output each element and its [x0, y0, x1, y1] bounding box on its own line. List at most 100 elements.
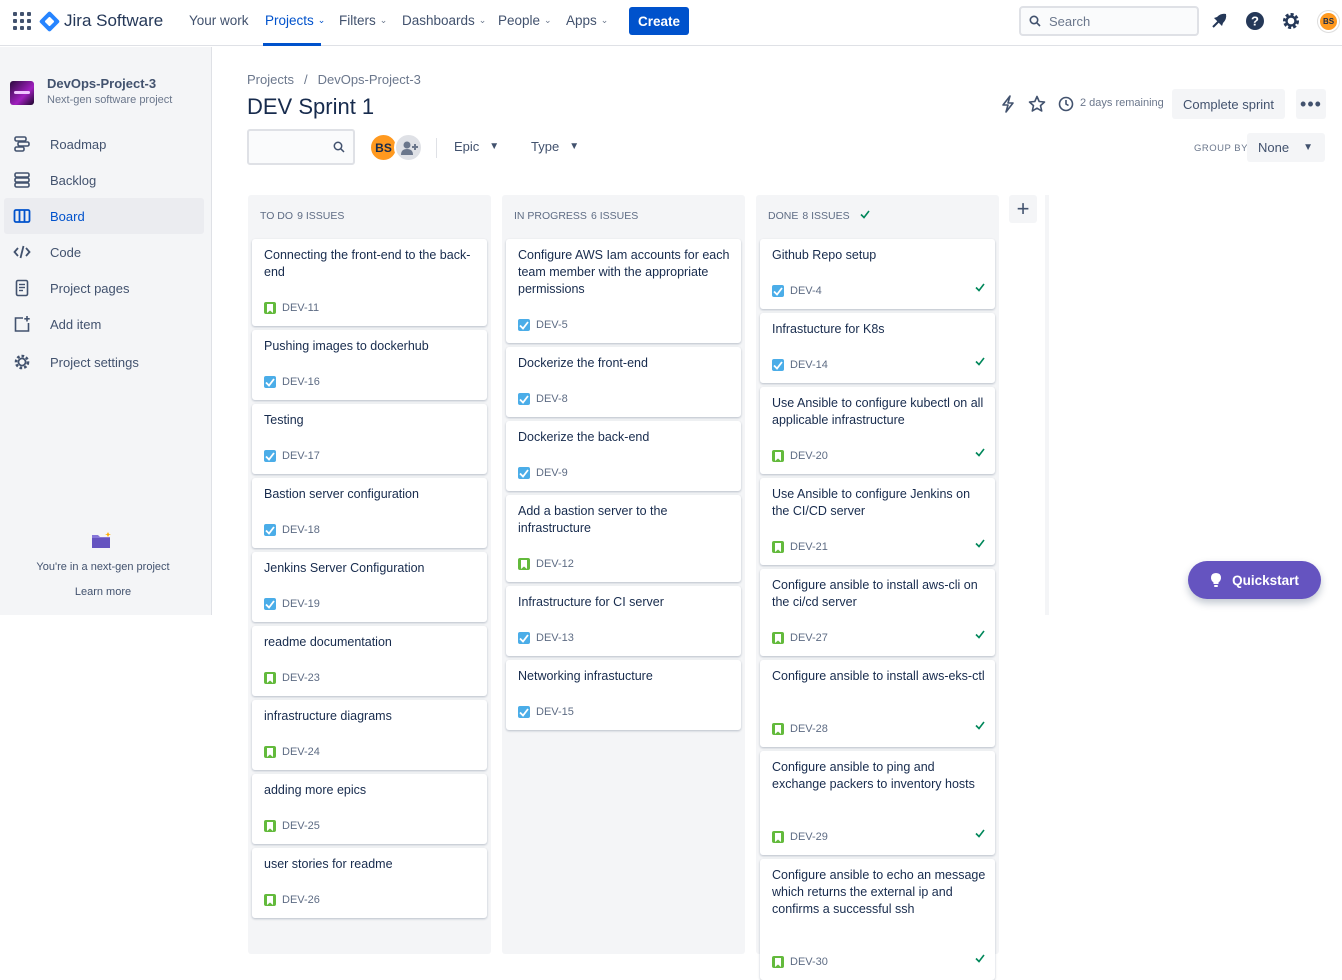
- sidebar-item-roadmap[interactable]: Roadmap: [4, 126, 204, 162]
- complete-sprint-button[interactable]: Complete sprint: [1172, 89, 1285, 119]
- user-avatar[interactable]: BS: [1318, 11, 1339, 32]
- sidebar-item-code[interactable]: Code: [4, 234, 204, 270]
- board-search[interactable]: [247, 129, 355, 165]
- issue-card[interactable]: Use Ansible to configure Jenkins on the …: [760, 478, 995, 565]
- type-filter[interactable]: Type ▼: [531, 139, 579, 154]
- issue-card[interactable]: Pushing images to dockerhub DEV-16: [252, 330, 487, 400]
- issue-card[interactable]: Bastion server configuration DEV-18: [252, 478, 487, 548]
- issue-key[interactable]: DEV-14: [790, 359, 828, 371]
- clock-icon: [1056, 94, 1076, 114]
- story-type-icon: [518, 558, 530, 570]
- jira-logo[interactable]: Jira Software: [38, 10, 163, 32]
- issue-card[interactable]: Configure ansible to install aws-cli on …: [760, 569, 995, 656]
- column-issue-count: 9 ISSUES: [297, 210, 345, 222]
- nav-dashboards[interactable]: Dashboards ⌄: [402, 13, 486, 28]
- issue-key[interactable]: DEV-19: [282, 598, 320, 610]
- settings-gear-icon[interactable]: [1280, 10, 1302, 32]
- quickstart-button[interactable]: Quickstart: [1188, 561, 1321, 599]
- issue-key[interactable]: DEV-28: [790, 723, 828, 735]
- create-button[interactable]: Create: [629, 7, 689, 35]
- more-actions-button[interactable]: •••: [1296, 89, 1326, 119]
- sidebar-item-board[interactable]: Board: [4, 198, 204, 234]
- issue-key[interactable]: DEV-8: [536, 393, 568, 405]
- board-scrollbar[interactable]: [1045, 195, 1049, 615]
- issue-card[interactable]: Jenkins Server Configuration DEV-19: [252, 552, 487, 622]
- issue-card[interactable]: infrastructure diagrams DEV-24: [252, 700, 487, 770]
- search-input[interactable]: [1049, 13, 1179, 29]
- group-by-select[interactable]: None ▼: [1247, 133, 1325, 162]
- issue-summary: Add a bastion server to the infrastructu…: [518, 504, 668, 535]
- issue-card[interactable]: Configure AWS Iam accounts for each team…: [506, 239, 741, 343]
- issue-summary: Infrastucture for K8s: [772, 322, 885, 336]
- issue-key[interactable]: DEV-25: [282, 820, 320, 832]
- issue-key[interactable]: DEV-16: [282, 376, 320, 388]
- issue-card[interactable]: Configure ansible to install aws-eks-ctl…: [760, 660, 995, 747]
- issue-card[interactable]: Configure ansible to echo an message whi…: [760, 859, 995, 980]
- issue-summary: Bastion server configuration: [264, 487, 419, 501]
- issue-card[interactable]: Github Repo setup DEV-4: [760, 239, 995, 309]
- story-type-icon: [772, 632, 784, 644]
- help-icon[interactable]: ?: [1244, 10, 1266, 32]
- column-header: TO DO 9 ISSUES: [260, 210, 344, 222]
- issue-key[interactable]: DEV-9: [536, 467, 568, 479]
- star-icon[interactable]: [1027, 94, 1047, 114]
- add-people-icon[interactable]: [394, 133, 423, 162]
- nav-people[interactable]: People ⌄: [498, 13, 552, 28]
- issue-key[interactable]: DEV-5: [536, 319, 568, 331]
- epic-filter[interactable]: Epic ▼: [454, 139, 499, 154]
- code-icon: [12, 242, 32, 262]
- issue-card[interactable]: Infrastucture for K8s DEV-14: [760, 313, 995, 383]
- issue-key[interactable]: DEV-12: [536, 558, 574, 570]
- issue-card[interactable]: Testing DEV-17: [252, 404, 487, 474]
- issue-key[interactable]: DEV-11: [282, 302, 319, 314]
- issue-card[interactable]: Infrastructure for CI server DEV-13: [506, 586, 741, 656]
- notifications-icon[interactable]: [1208, 10, 1230, 32]
- app-switcher-icon[interactable]: [13, 12, 31, 30]
- issue-key[interactable]: DEV-4: [790, 285, 822, 297]
- issue-summary: Configure ansible to install aws-eks-ctl: [772, 669, 985, 683]
- project-name[interactable]: DevOps-Project-3: [47, 76, 156, 91]
- nav-your-work[interactable]: Your work: [189, 13, 249, 28]
- chevron-down-icon: ⌄: [600, 15, 609, 25]
- issue-key[interactable]: DEV-18: [282, 524, 320, 536]
- breadcrumb-project[interactable]: DevOps-Project-3: [318, 72, 421, 87]
- issue-card[interactable]: Dockerize the back-end DEV-9: [506, 421, 741, 491]
- issue-key[interactable]: DEV-30: [790, 956, 828, 968]
- add-column-button[interactable]: +: [1009, 195, 1037, 223]
- issue-card[interactable]: Configure ansible to ping and exchange p…: [760, 751, 995, 855]
- learn-more-link[interactable]: Learn more: [0, 586, 206, 598]
- breadcrumb-projects[interactable]: Projects: [247, 72, 294, 87]
- nav-label: Dashboards: [402, 13, 475, 28]
- board-search-input[interactable]: [249, 131, 329, 161]
- sidebar-item-project-settings[interactable]: Project settings: [4, 344, 204, 380]
- issue-card[interactable]: Connecting the front-end to the back-end…: [252, 239, 487, 326]
- issue-key[interactable]: DEV-15: [536, 706, 574, 718]
- task-type-icon: [264, 450, 276, 462]
- global-search[interactable]: [1019, 6, 1199, 36]
- issue-card[interactable]: Dockerize the front-end DEV-8: [506, 347, 741, 417]
- issue-footer: DEV-15: [518, 706, 574, 718]
- issue-card[interactable]: Add a bastion server to the infrastructu…: [506, 495, 741, 582]
- issue-key[interactable]: DEV-13: [536, 632, 574, 644]
- sidebar-item-backlog[interactable]: Backlog: [4, 162, 204, 198]
- issue-card[interactable]: Use Ansible to configure kubectl on all …: [760, 387, 995, 474]
- issue-key[interactable]: DEV-21: [790, 541, 828, 553]
- issue-key[interactable]: DEV-27: [790, 632, 828, 644]
- issue-key[interactable]: DEV-17: [282, 450, 320, 462]
- issue-key[interactable]: DEV-24: [282, 746, 320, 758]
- issue-card[interactable]: Networking infrastucture DEV-15: [506, 660, 741, 730]
- nav-filters[interactable]: Filters ⌄: [339, 13, 387, 28]
- issue-key[interactable]: DEV-26: [282, 894, 320, 906]
- issue-key[interactable]: DEV-20: [790, 450, 828, 462]
- nav-apps[interactable]: Apps ⌄: [566, 13, 608, 28]
- issue-card[interactable]: readme documentation DEV-23: [252, 626, 487, 696]
- sidebar-item-project-pages[interactable]: Project pages: [4, 270, 204, 306]
- issue-footer: DEV-18: [264, 524, 320, 536]
- lightning-icon[interactable]: [998, 94, 1018, 114]
- nav-projects[interactable]: Projects ⌄: [265, 13, 325, 28]
- sidebar-item-add-item[interactable]: Add item: [4, 306, 204, 342]
- issue-card[interactable]: adding more epics DEV-25: [252, 774, 487, 844]
- issue-card[interactable]: user stories for readme DEV-26: [252, 848, 487, 918]
- issue-key[interactable]: DEV-29: [790, 831, 828, 843]
- issue-key[interactable]: DEV-23: [282, 672, 320, 684]
